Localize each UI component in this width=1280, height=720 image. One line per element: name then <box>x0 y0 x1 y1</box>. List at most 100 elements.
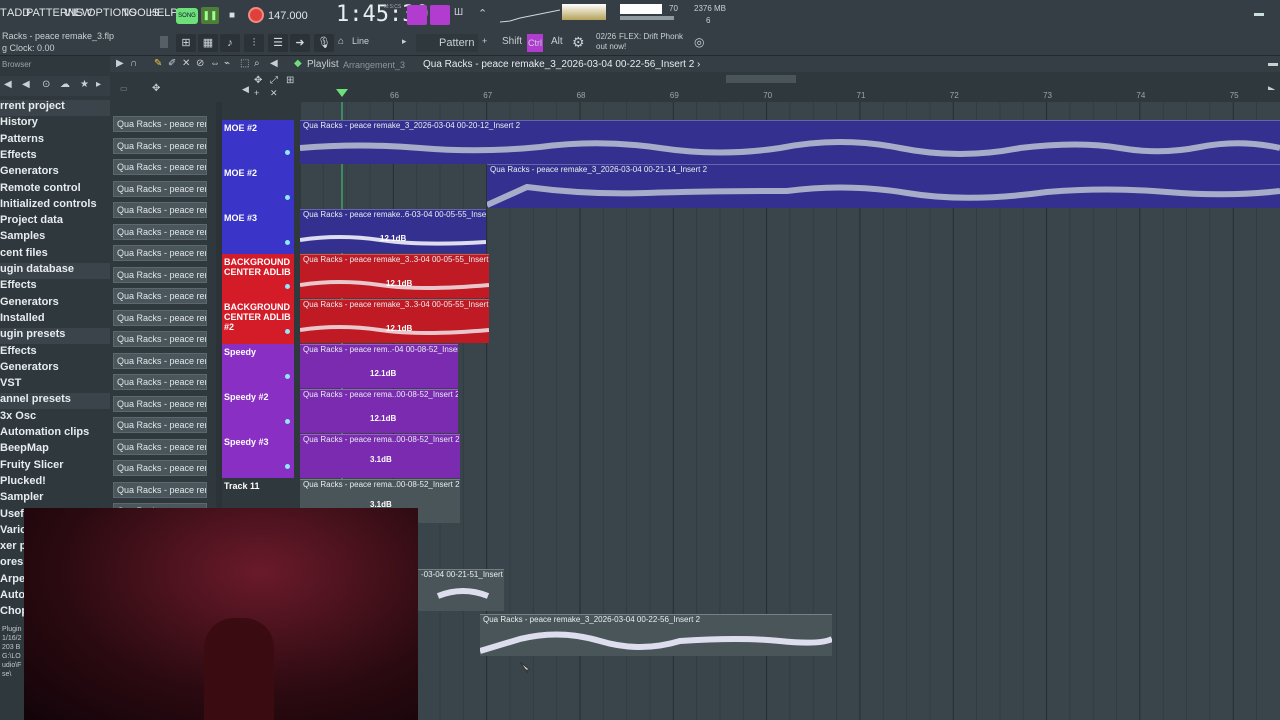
view-piano-roll-button[interactable]: ♪ <box>220 34 240 52</box>
track-active-led[interactable] <box>285 329 290 335</box>
track-add-icon[interactable]: + <box>254 88 259 98</box>
horizontal-scrollbar[interactable] <box>726 75 796 83</box>
browser-file-item[interactable]: Qua Racks - peace remak <box>113 223 207 240</box>
browser-item[interactable]: History <box>0 116 110 132</box>
track-header[interactable]: Speedy #3 <box>222 433 294 479</box>
paint-tool-icon[interactable]: ✐ <box>168 58 176 69</box>
more-icon[interactable]: ▸ <box>96 79 101 90</box>
track-active-led[interactable] <box>285 284 290 290</box>
track-active-led[interactable] <box>285 418 290 424</box>
audio-clip[interactable]: -03-04 00-21-51_Insert 2 <box>418 569 504 611</box>
browser-item[interactable]: Automation clips <box>0 426 110 442</box>
wait-input-button[interactable] <box>430 5 450 25</box>
browser-file-item[interactable]: Qua Racks - peace remak <box>113 395 207 412</box>
audio-clip[interactable]: Qua Racks - peace remake_3_2026-03-04 00… <box>487 164 1280 208</box>
scroll-left-icon[interactable]: ◀ <box>242 84 249 95</box>
track-active-led[interactable] <box>285 239 290 245</box>
browser-file-item[interactable]: Qua Racks - peace remak <box>113 460 207 476</box>
select-tool-icon[interactable]: ⬚ <box>240 58 249 69</box>
ctrl-key-indicator[interactable]: Ctrl <box>527 34 543 52</box>
playhead-marker-icon[interactable] <box>336 89 348 97</box>
window-minimize-icon[interactable]: ▬ <box>1268 58 1278 69</box>
browser-file-item[interactable]: Qua Racks - peace remak <box>113 374 207 390</box>
panel-handle[interactable] <box>160 36 168 48</box>
browser-file-item[interactable]: Qua Racks - peace remak <box>113 331 207 347</box>
back-icon[interactable]: ◀ <box>22 79 30 90</box>
browser-item[interactable]: Project data <box>0 214 110 230</box>
mute-tool-icon[interactable]: ⊘ <box>196 58 204 69</box>
browser-file-item[interactable]: Qua Racks - peace remak <box>113 137 207 154</box>
magnet-icon[interactable]: ∩ <box>130 58 137 69</box>
playback-tool-icon[interactable]: ◀ <box>270 58 278 69</box>
star-icon[interactable]: ★ <box>80 79 89 90</box>
track-header[interactable]: MOE #3 <box>222 209 294 255</box>
track-active-led[interactable] <box>285 194 290 200</box>
track-active-led[interactable] <box>285 150 290 155</box>
browser-file-item[interactable]: Qua Racks - peace remak <box>113 159 207 175</box>
audio-clip[interactable]: Qua Racks - peace remake_3_2026-03-04 00… <box>480 614 832 656</box>
browser-item[interactable]: cent files <box>0 247 110 263</box>
audio-clip[interactable]: Qua Racks - peace remake_3..3-04 00-05-5… <box>300 254 489 298</box>
alt-key-indicator[interactable]: Alt <box>551 36 563 47</box>
browser-item[interactable]: Generators <box>0 361 110 377</box>
minimize-button[interactable]: ▬ <box>1254 8 1268 20</box>
play-arrow-icon[interactable]: ▶ <box>116 58 124 69</box>
browser-item[interactable]: Generators <box>0 165 110 181</box>
view-playlist-button[interactable]: ⊞ <box>176 34 196 52</box>
view-browser-button[interactable]: ☰ <box>268 34 288 52</box>
browser-item[interactable]: Fruity Slicer <box>0 459 110 475</box>
track-header[interactable]: MOE #2 <box>222 164 294 210</box>
pattern-add-icon[interactable]: + <box>482 36 487 46</box>
pattern-prev-arrow-icon[interactable]: ▸ <box>402 36 407 47</box>
slice-tool-icon[interactable]: ⌁ <box>224 58 230 69</box>
metronome-button[interactable] <box>407 5 427 25</box>
pause-button[interactable]: ❚❚ <box>201 7 219 24</box>
expand-icon[interactable]: ⤢ <box>270 75 278 86</box>
view-mixer-button[interactable]: ⫶ <box>244 34 264 52</box>
browser-file-item[interactable]: Qua Racks - peace remak <box>113 245 207 261</box>
delete-tool-icon[interactable]: ✕ <box>182 58 190 69</box>
menu-help[interactable]: HELP <box>149 7 178 19</box>
snap-selector[interactable]: Line <box>352 36 369 46</box>
menu-file[interactable]: T <box>0 7 7 19</box>
browser-item[interactable]: Patterns <box>0 133 110 149</box>
browser-file-item[interactable]: Qua Racks - peace remak <box>113 288 207 304</box>
browser-item[interactable]: Initialized controls <box>0 198 110 214</box>
browser-item[interactable]: Samples <box>0 230 110 246</box>
browser-item[interactable]: annel presets <box>0 393 110 410</box>
grid-icon[interactable]: ⊞ <box>286 75 294 86</box>
browser-file-item[interactable]: Qua Racks - peace remak <box>113 417 207 433</box>
move-icon[interactable]: ✥ <box>152 83 160 94</box>
track-header[interactable]: Speedy <box>222 344 294 389</box>
browser-item[interactable]: 3x Osc <box>0 410 110 426</box>
pattern-selector[interactable]: Pattern 1 <box>416 34 478 67</box>
browser-file-item[interactable]: Qua Racks - peace remak <box>113 180 207 197</box>
audio-clip[interactable]: Qua Racks - peace remake_3_2026-03-04 00… <box>300 120 1280 164</box>
settings-icon[interactable]: ◎ <box>694 35 704 49</box>
clear-icon[interactable]: ⊙ <box>42 79 50 90</box>
pattern-picker-icon[interactable]: ▭ <box>120 84 128 93</box>
track-active-led[interactable] <box>285 463 290 469</box>
tempo-display[interactable]: 147.000 <box>268 8 308 24</box>
audio-clip[interactable]: Qua Racks - peace rema..00-08-52_Insert … <box>300 434 460 478</box>
track-header[interactable]: Speedy #2 <box>222 388 294 434</box>
browser-item[interactable]: VST <box>0 377 110 393</box>
view-channel-rack-button[interactable]: ▦ <box>198 34 218 52</box>
browser-item[interactable]: rrent project <box>0 100 110 116</box>
zoom-tool-icon[interactable]: ⌕ <box>254 58 260 69</box>
track-header[interactable]: BACKGROUND CENTER ADLIB #2 <box>222 299 294 345</box>
browser-file-item[interactable]: Qua Racks - peace remak <box>113 352 207 369</box>
tempo-tap-icon[interactable]: ⚙ <box>572 34 585 51</box>
left-arrow-icon[interactable]: ◀ <box>4 79 12 90</box>
audio-clip[interactable]: Qua Racks - peace remake..6-03-04 00-05-… <box>300 209 486 253</box>
view-plugin-button[interactable]: ➜ <box>290 34 310 52</box>
browser-item[interactable]: Effects <box>0 345 110 361</box>
news-line1[interactable]: FLEX: Drift Phonk <box>619 32 683 41</box>
arrangement-name[interactable]: Arrangement_3 <box>343 60 405 70</box>
browser-file-item[interactable]: Qua Racks - peace remak <box>113 116 207 132</box>
timeline-ruler[interactable]: 66 67 68 69 70 71 72 73 74 75 <box>300 90 1280 102</box>
browser-file-item[interactable]: Qua Racks - peace remak <box>113 266 207 283</box>
audio-clip[interactable]: Qua Racks - peace rema..00-08-52_Insert … <box>300 389 458 433</box>
shift-key-indicator[interactable]: Shift <box>502 36 522 47</box>
browser-item[interactable]: Effects <box>0 149 110 165</box>
